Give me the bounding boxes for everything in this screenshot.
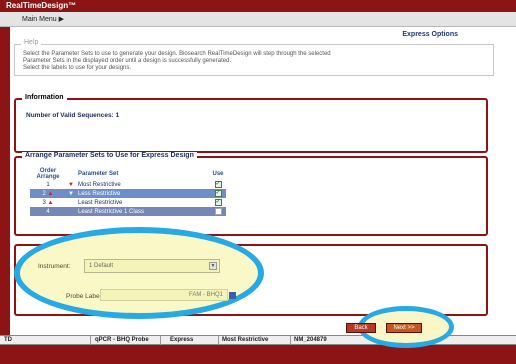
table-row[interactable]: 2 ▲ ▼ Less Restrictive ✓	[30, 189, 226, 198]
arrange-legend: Arrange Parameter Sets to Use for Expres…	[22, 152, 197, 159]
table-row[interactable]: 3 ▲ Least Restrictive ✓	[30, 198, 226, 207]
move-down-icon[interactable]: ▼	[66, 180, 76, 189]
arrange-parameter-sets-panel: Arrange Parameter Sets to Use for Expres…	[14, 152, 488, 236]
use-checkbox[interactable]: ✓	[214, 189, 222, 197]
status-cell: NM_204879	[294, 337, 327, 343]
chevron-down-icon[interactable]: ▼	[209, 262, 217, 270]
help-legend: Help	[21, 39, 42, 46]
help-line-2: Parameter Sets in the displayed order un…	[23, 58, 232, 64]
information-panel: Information Number of Valid Sequences: 1	[14, 94, 488, 153]
move-up-icon[interactable]: ▲	[48, 200, 54, 206]
column-header-parameter-set: Parameter Set	[78, 171, 119, 177]
app-title-bar: RealTimeDesign™	[0, 0, 516, 12]
order-number: 4	[46, 208, 50, 215]
back-button[interactable]: Back	[346, 323, 376, 333]
status-cell: Express	[170, 337, 194, 343]
help-line-3: Select the labels to use for your design…	[23, 65, 132, 71]
valid-sequences-count: Number of Valid Sequences: 1	[26, 112, 120, 119]
parameter-set-name: Least Restrictive	[78, 199, 123, 206]
main-menu-link[interactable]: Main Menu ▶	[22, 15, 64, 23]
status-cell: TD	[4, 337, 12, 343]
select-icon[interactable]	[229, 292, 236, 299]
table-row[interactable]: 1 ▼ Most Restrictive ✓	[30, 180, 226, 189]
left-rail	[0, 27, 10, 335]
page-title: Express Options	[402, 31, 458, 38]
instrument-selected-value: 1 Default	[89, 263, 114, 269]
parameter-set-name: Most Restrictive	[78, 181, 121, 188]
footer-bar	[0, 345, 516, 364]
column-header-order: Order Arrange	[36, 168, 60, 180]
use-checkbox[interactable]: ✓	[214, 198, 222, 206]
app-title: RealTimeDesign™	[6, 1, 77, 10]
order-number: 3	[42, 199, 46, 206]
highlight-ellipse-instrument	[14, 227, 264, 319]
instrument-label: Instrument:	[38, 263, 71, 270]
next-button[interactable]: Next >>	[386, 323, 422, 333]
order-number: 1	[46, 181, 50, 188]
instrument-select[interactable]: 1 Default ▼	[84, 259, 220, 273]
parameter-set-name: Least Restrictive 1 Class	[76, 207, 210, 216]
help-line-1: Select the Parameter Sets to use to gene…	[23, 51, 331, 57]
menu-bar: Main Menu ▶	[0, 12, 516, 27]
status-cell: Most Restrictive	[222, 337, 269, 343]
use-checkbox[interactable]	[214, 207, 222, 215]
table-row[interactable]: 4 Least Restrictive 1 Class	[30, 207, 226, 216]
parameter-set-name: Less Restrictive	[76, 189, 210, 198]
column-header-use: Use	[212, 171, 224, 177]
move-down-icon[interactable]: ▼	[66, 189, 76, 198]
help-panel: Help Select the Parameter Sets to use to…	[14, 39, 494, 76]
probe-label-field[interactable]: FAM - BHQ1	[100, 289, 236, 301]
probe-label-label: Probe Label:	[66, 293, 103, 300]
status-cell: qPCR - BHQ Probe	[95, 337, 149, 343]
order-number: 2	[42, 190, 46, 197]
use-checkbox[interactable]: ✓	[214, 180, 222, 188]
parameter-set-table: Order Arrange Parameter Set Use 1 ▼ Most…	[30, 168, 226, 216]
information-legend: Information	[22, 94, 67, 101]
probe-label-value: FAM - BHQ1	[188, 292, 223, 298]
move-up-icon[interactable]: ▲	[48, 191, 54, 197]
